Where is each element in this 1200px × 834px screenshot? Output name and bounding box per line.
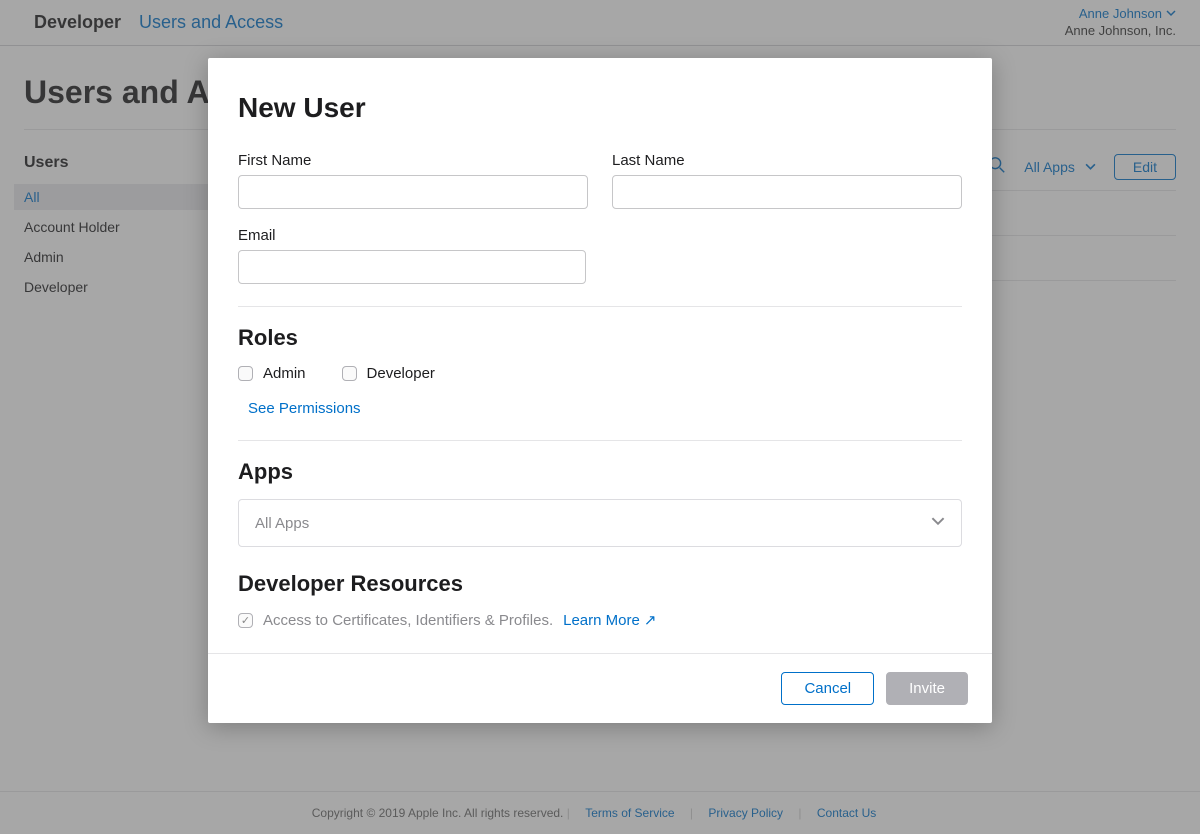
first-name-label: First Name <box>238 152 588 169</box>
modal-title: New User <box>238 92 962 124</box>
apps-select-placeholder: All Apps <box>255 515 309 532</box>
divider <box>238 440 962 441</box>
see-permissions-link[interactable]: See Permissions <box>248 400 361 417</box>
role-admin-option[interactable]: Admin <box>238 365 306 382</box>
learn-more-link[interactable]: Learn More ↗ <box>563 611 656 629</box>
roles-heading: Roles <box>238 325 962 351</box>
email-label: Email <box>238 227 962 244</box>
cancel-button[interactable]: Cancel <box>781 672 874 705</box>
devres-row: Access to Certificates, Identifiers & Pr… <box>238 611 962 629</box>
external-link-icon: ↗ <box>644 611 657 629</box>
role-developer-option[interactable]: Developer <box>342 365 435 382</box>
role-admin-label: Admin <box>263 365 306 382</box>
roles-row: Admin Developer <box>238 365 962 382</box>
role-developer-label: Developer <box>367 365 435 382</box>
invite-button[interactable]: Invite <box>886 672 968 705</box>
modal-footer: Cancel Invite <box>208 653 992 723</box>
devres-checkbox[interactable] <box>238 613 253 628</box>
first-name-input[interactable] <box>238 175 588 209</box>
chevron-down-icon <box>931 514 945 532</box>
apps-heading: Apps <box>238 459 962 485</box>
new-user-modal: New User First Name Last Name Email Role… <box>208 58 992 723</box>
email-input[interactable] <box>238 250 586 284</box>
checkbox-icon <box>238 366 253 381</box>
last-name-input[interactable] <box>612 175 962 209</box>
checkbox-icon <box>342 366 357 381</box>
modal-overlay: New User First Name Last Name Email Role… <box>0 0 1200 834</box>
divider <box>238 306 962 307</box>
last-name-label: Last Name <box>612 152 962 169</box>
devres-text: Access to Certificates, Identifiers & Pr… <box>263 612 553 629</box>
devres-heading: Developer Resources <box>238 571 962 597</box>
learn-more-label: Learn More <box>563 612 640 629</box>
apps-select[interactable]: All Apps <box>238 499 962 547</box>
